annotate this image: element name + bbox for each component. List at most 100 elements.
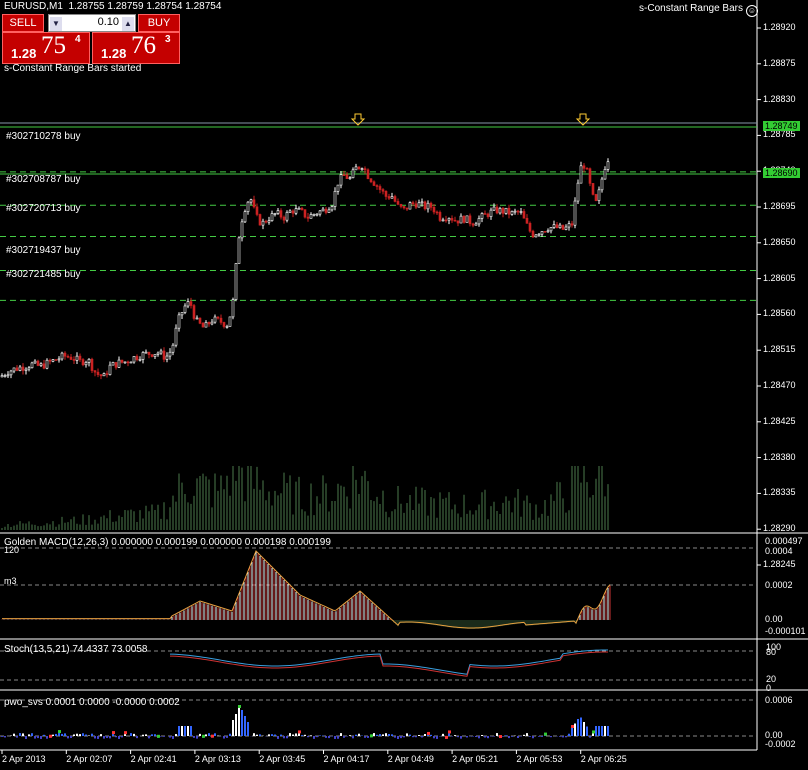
candle-body: [267, 220, 271, 223]
candle-body: [156, 352, 160, 355]
candle-body: [492, 206, 496, 211]
stoch-main-line: [169, 649, 609, 675]
candle-body: [273, 213, 277, 215]
candle-body: [15, 367, 19, 371]
pwo-dot: [211, 734, 214, 738]
candle-body: [123, 361, 127, 364]
pwo-dot: [157, 734, 160, 738]
candle-body: [552, 224, 556, 228]
candle-body: [462, 215, 466, 223]
candle-body: [336, 184, 340, 192]
order-label[interactable]: #302710278 buy: [6, 131, 81, 142]
candle-body: [42, 363, 46, 369]
pwo-dot: [592, 730, 595, 734]
candle-body: [171, 344, 175, 353]
candle-body: [48, 359, 52, 362]
candle-body: [405, 207, 409, 210]
candle-body: [21, 366, 25, 371]
candle-body: [93, 370, 97, 373]
candle-body: [399, 203, 403, 207]
candle-body: [414, 203, 418, 208]
candle-body: [486, 213, 490, 217]
pwo-dot: [238, 705, 241, 708]
pwo-axis-label: 0.0006: [765, 695, 793, 705]
candle-body: [597, 189, 601, 201]
candle-body: [567, 223, 571, 228]
candle-body: [393, 196, 397, 202]
candle-body: [423, 201, 427, 210]
candle-body: [387, 196, 391, 199]
pwo-axis-label: -0.0002: [765, 739, 796, 749]
candle-body: [576, 182, 580, 202]
candle-body: [198, 317, 202, 324]
buy-price-box[interactable]: 1.28 76 3: [92, 32, 180, 64]
stoch-axis-label: 80: [766, 647, 777, 657]
candle-body: [276, 210, 280, 214]
time-axis-label: 2 Apr 03:13: [194, 754, 241, 764]
price-axis-label: 1.28560: [763, 308, 796, 319]
candle-body: [456, 220, 460, 224]
candle-body: [255, 206, 259, 215]
candle-body: [6, 374, 10, 377]
lot-increase-icon[interactable]: ▲: [122, 17, 134, 31]
order-label[interactable]: #302719437 buy: [6, 245, 81, 256]
candle-body: [228, 316, 232, 327]
candle-body: [348, 177, 352, 180]
candle-body: [330, 206, 334, 211]
candle-body: [189, 301, 193, 306]
buy-button[interactable]: BUY: [138, 14, 180, 32]
candle-body: [66, 355, 70, 358]
lot-value: 0.10: [97, 16, 119, 28]
sell-price-pips: 75: [41, 32, 66, 59]
candle-body: [78, 355, 82, 360]
candle-body: [426, 202, 430, 210]
lot-decrease-icon[interactable]: ▼: [50, 17, 62, 31]
candle-body: [579, 165, 583, 184]
candle-body: [144, 351, 148, 354]
sell-button[interactable]: SELL: [2, 14, 44, 32]
candle-body: [165, 355, 169, 360]
candle-body: [159, 350, 163, 354]
candle-body: [252, 199, 256, 208]
candle-body: [306, 216, 310, 219]
candle-body: [516, 210, 520, 213]
lot-size-field[interactable]: ▼ 0.10 ▲: [48, 14, 136, 32]
candle-body: [585, 167, 589, 170]
candle-body: [573, 200, 577, 226]
macd-left-label-top: 120: [4, 545, 20, 555]
indicator-started-message: s-Constant Range Bars started: [4, 63, 142, 74]
candle-body: [225, 326, 229, 328]
sell-price-box[interactable]: 1.28 75 4: [2, 32, 90, 64]
candle-body: [213, 316, 217, 323]
candle-body: [591, 183, 595, 195]
stoch-axis-label: 0: [766, 683, 772, 693]
candle-body: [339, 174, 343, 186]
pwo-title: pwo_svs 0.0001 0.0000 -0.0000 0.0002: [4, 697, 180, 708]
candle-body: [288, 210, 292, 213]
pwo-dot: [427, 731, 430, 735]
candle-body: [504, 207, 508, 214]
indicator-label: s-Constant Range Bars ☺: [639, 3, 758, 17]
candle-body: [540, 231, 544, 235]
order-label[interactable]: #302720713 buy: [6, 203, 81, 214]
candle-body: [111, 362, 115, 366]
candle-body: [468, 215, 472, 225]
order-label[interactable]: #302708787 buy: [6, 174, 81, 185]
candle-body: [408, 202, 412, 210]
candle-body: [513, 210, 517, 213]
candle-body: [135, 356, 139, 360]
candle-body: [432, 207, 436, 213]
price-axis-label: 1.28830: [763, 93, 796, 104]
candle-body: [519, 211, 523, 213]
candle-body: [57, 358, 61, 361]
candle-body: [507, 207, 511, 215]
candle-body: [471, 223, 475, 226]
candle-body: [60, 352, 64, 360]
pwo-dot: [370, 734, 373, 738]
candle-body: [321, 208, 325, 212]
time-axis-label: 2 Apr 05:53: [516, 754, 563, 764]
candle-body: [291, 210, 295, 214]
candle-body: [483, 213, 487, 215]
order-label[interactable]: #302721485 buy: [6, 269, 81, 280]
candle-body: [177, 314, 181, 329]
